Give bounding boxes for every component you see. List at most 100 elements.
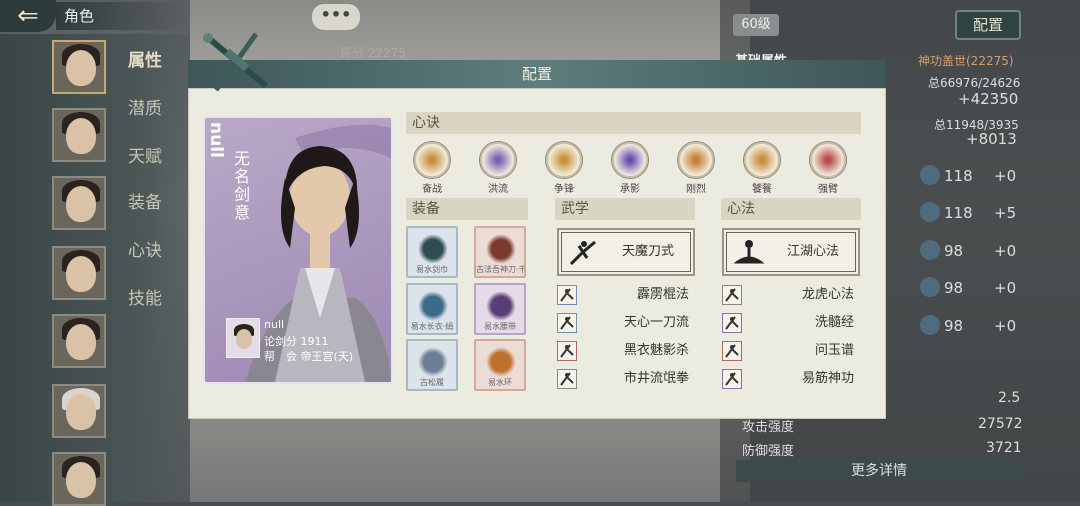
equipment-art [418,347,448,377]
skill-label: 奋战 [422,184,442,195]
character-portrait[interactable] [52,108,106,162]
equipment-name: 易水环 [488,378,512,387]
character-portrait[interactable] [52,40,106,94]
equipment-slot[interactable]: 古松履 [406,339,458,391]
character-portrait[interactable] [52,314,106,368]
xinfa-header: 心法 [721,198,861,220]
sidebar-item-skills[interactable]: 技能 [128,284,162,309]
equipment-name: 古法吾神刀·千钧 [476,265,524,274]
equipment-name: 古松履 [420,378,444,387]
list-item[interactable]: 龙虎心法 [722,284,860,306]
stat-row-value: 98 [944,242,964,260]
stat-row-icon [920,202,940,222]
martial-art-icon [722,313,742,333]
list-item-name: 天心一刀流 [623,315,689,330]
list-item-name: 易筋神功 [801,371,854,386]
stat-row-value: 118 [944,204,973,222]
equipment-art [418,234,448,264]
xinjue-skill[interactable]: 饕餮 [740,142,784,195]
stat-row-icon [920,277,940,297]
skill-label: 争锋 [554,184,574,195]
list-item[interactable]: 洗髓经 [722,312,860,334]
character-portrait[interactable] [52,384,106,438]
config-button[interactable]: 配置 [955,10,1021,40]
list-item[interactable]: 霹雳棍法 [557,284,695,306]
list-item-name: 黑衣魅影杀 [623,343,689,358]
list-item[interactable]: 市井流氓拳 [557,368,695,390]
xinjue-skill[interactable]: 刚烈 [674,142,718,195]
skill-icon [744,142,780,178]
equipment-art [418,291,448,321]
sword-decoration-icon [203,32,268,92]
stat-row-bonus: +0 [994,167,1017,185]
xinjue-skill[interactable]: 承影 [608,142,652,195]
defense-value: 3721 [986,440,1022,456]
stat-row-icon [920,240,940,260]
equipment-art [486,347,516,377]
xinjue-skill[interactable]: 奋战 [410,142,454,195]
list-item[interactable]: 黑衣魅影杀 [557,340,695,362]
back-arrow-icon: ⇐ [17,1,39,31]
equipment-slot[interactable]: 古法吾神刀·千钧 [474,226,526,278]
character-portrait[interactable] [52,246,106,300]
chat-button[interactable]: ••• [312,4,360,30]
character-portrait[interactable] [52,452,106,506]
character-portrait[interactable] [52,176,106,230]
xinjue-skill[interactable]: 强臂 [806,142,850,195]
list-item[interactable]: 天心一刀流 [557,312,695,334]
equipment-name: 易水剑巾 [416,265,448,274]
equipment-name: 易水长衣·绢 [410,322,454,331]
stat-row-bonus: +0 [994,317,1017,335]
skill-icon [678,142,714,178]
total1-label: 总66976/24626 [928,76,1021,90]
list-item-name: 洗髓经 [814,315,854,330]
sidebar-item-equipment[interactable]: 装备 [128,188,162,213]
equipment-slot[interactable]: 易水环 [474,339,526,391]
sidebar-item-talent[interactable]: 天赋 [128,142,162,167]
martial-art-icon [557,313,577,333]
sidebar-item-xinjue[interactable]: 心诀 [128,236,162,261]
stat-row-icon [920,315,940,335]
sidebar-item-attributes[interactable]: 属性 [128,46,162,71]
blade-stance-icon [569,240,596,266]
wuxue-header: 武学 [555,198,695,220]
martial-art-icon [557,369,577,389]
info-guild: 帮 会 帝王宫(天) [264,350,354,363]
skill-label: 强臂 [818,184,838,195]
page-title: 角色 [56,2,186,30]
martial-art-icon [557,341,577,361]
skill-icon [810,142,846,178]
character-name: null [206,122,226,158]
main-xinfa-name: 江湖心法 [786,244,839,259]
list-item-name: 霹雳棍法 [636,287,689,302]
equipment-slot[interactable]: 易水腰带 [474,283,526,335]
skill-label: 刚烈 [686,184,706,195]
xinjue-skill[interactable]: 洪流 [476,142,520,195]
main-martial-slot[interactable]: 天魔刀式 [557,228,695,276]
skill-power-label: 神功盖世(22275) [918,54,1014,68]
stat-row-value: 98 [944,317,964,335]
stat-row-value: 118 [944,167,973,185]
main-xinfa-slot[interactable]: 江湖心法 [722,228,860,276]
xinjue-skill[interactable]: 争锋 [542,142,586,195]
martial-art-icon [722,341,742,361]
equipment-art [486,291,516,321]
equipment-slot[interactable]: 易水长衣·绢 [406,283,458,335]
more-details-button[interactable]: 更多详情 [736,460,1022,482]
list-item[interactable]: 问玉谱 [722,340,860,362]
equipment-name: 易水腰带 [484,322,516,331]
stat-row-bonus: +0 [994,242,1017,260]
skill-label: 饕餮 [752,184,772,195]
back-button[interactable]: ⇐ [0,0,56,32]
equipment-slot[interactable]: 易水剑巾 [406,226,458,278]
martial-art-icon [722,369,742,389]
info-score: 论剑分 1911 [264,335,329,348]
total1-bonus: +42350 [958,90,1019,108]
skill-icon [414,142,450,178]
list-item-name: 龙虎心法 [801,287,854,302]
dialog-title: 配置 [188,60,886,88]
list-item[interactable]: 易筋神功 [722,368,860,390]
defense-label: 防御强度 [742,444,795,459]
sidebar-item-potential[interactable]: 潜质 [128,94,162,119]
skill-icon [612,142,648,178]
